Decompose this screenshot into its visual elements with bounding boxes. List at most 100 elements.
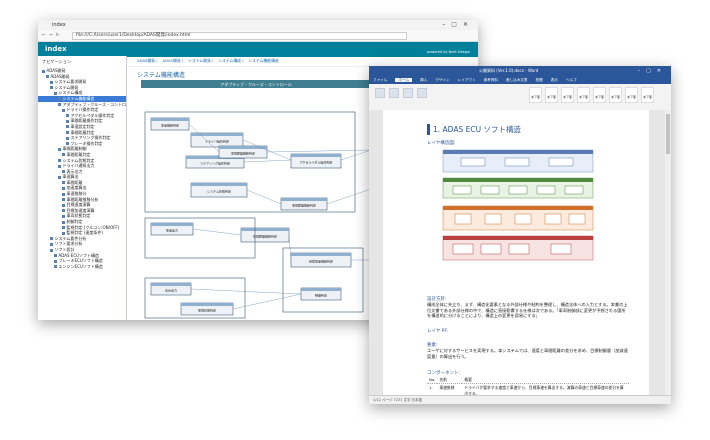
nav-tree-label: システム機能構造 [62, 95, 95, 101]
diagram-block-label: 制御判定 [315, 293, 327, 298]
page-icon [58, 97, 61, 101]
page-icon [50, 80, 53, 84]
layer-diagram [442, 149, 594, 261]
breadcrumb-item[interactable]: システム構成 / [218, 58, 243, 63]
bold-icon[interactable] [389, 88, 399, 98]
breadcrumb-item[interactable]: システム機能構造 [248, 58, 278, 63]
ribbon-tab[interactable]: レイアウト [458, 78, 476, 82]
nav-tree-label: 車間距離判定 [70, 129, 95, 135]
nav-tree-label: ドライバ通知出力 [62, 163, 95, 169]
table-header-cell: No. [427, 376, 438, 384]
page-icon [50, 248, 53, 252]
page-icon [50, 86, 53, 90]
diagram-block-label: 表示出力 [165, 288, 177, 293]
ribbon-tab[interactable]: 挿入 [420, 78, 427, 82]
nav-tree-label: 加速度算出 [66, 185, 87, 191]
ribbon-tab[interactable]: 表示 [551, 78, 558, 82]
style-gallery-item[interactable]: あア亜 [561, 87, 574, 103]
nav-tree-label: ソフト設計 [54, 247, 75, 252]
underline-icon[interactable] [417, 88, 427, 98]
ribbon-tab[interactable]: 差し込み文書 [506, 78, 528, 82]
ribbon-tab[interactable]: デザイン [435, 78, 449, 82]
page-icon [62, 203, 65, 207]
diagram-title: アダプティブ・クルーズ・コントロール [220, 81, 291, 87]
document-page[interactable]: 1. ADAS ECU ソフト構造 レイヤ構造図: 設計方針: 構成全体に先立ち… [383, 110, 649, 404]
italic-icon[interactable] [403, 88, 413, 98]
nav-tree-label: 車速推移分 [66, 191, 87, 197]
style-gallery-item[interactable]: あア亜 [609, 87, 622, 103]
page-icon [62, 226, 65, 230]
nav-tree: ADAS開発 ADAS開発 システム要求開発 システム開発 システム構成 システム機能構造… [38, 68, 126, 269]
ribbon-tab[interactable]: ホーム [395, 78, 413, 82]
ribbon-tabs: ファイル ホーム 挿入 デザイン レイアウト 参考資料 差し込み文書 校閲 表示 ヘルプ [369, 76, 671, 84]
breadcrumb-item[interactable]: システム開発 / [188, 58, 213, 63]
nav-tree-label: システム要件分析 [54, 235, 87, 241]
paste-icon[interactable] [375, 88, 385, 98]
page-icon [62, 153, 65, 157]
page-icon [62, 108, 65, 112]
window-controls[interactable]: –▢✕ [638, 66, 667, 76]
diagram-block-label: 車速推移判定 [161, 123, 179, 128]
nav-tree-label: システム構成 [58, 90, 83, 96]
nav-tree-label: 車両状態判定 [66, 213, 91, 219]
page-icon [66, 142, 69, 146]
nav-tree-label: アダプティブ・クルーズ・コントロール [62, 101, 127, 107]
nav-tree-label: 車間距離制御 [62, 146, 87, 152]
style-gallery-item[interactable]: あア亜 [529, 87, 542, 103]
nav-tree-label: ADAS開発 [46, 68, 66, 73]
nav-tree-label: システム状態判定 [62, 157, 95, 163]
nav-tree-label: 目標加速度演算 [66, 207, 95, 213]
ribbon: あア亜 あア亜 あア亜 あア亜 あア亜 あア亜 あア亜 あア亜 [369, 84, 671, 111]
nav-tree-label: 表示出力 [66, 168, 83, 174]
breadcrumb-item[interactable]: ADAS開発 / [163, 58, 184, 63]
page-icon [54, 265, 57, 269]
nav-tree-label: ブレーキECUソフト構造 [58, 258, 103, 264]
page-icon [54, 91, 57, 95]
nav-tree-label: 車速算出 [62, 174, 79, 180]
page-icon [62, 214, 65, 218]
site-header: index powered by Next Design [38, 42, 478, 57]
diagram-block-label: 車間距離推移判定 [231, 151, 255, 156]
page-icon [50, 242, 53, 246]
page-icon [58, 147, 61, 151]
url-field[interactable]: file:///C:/Users/user1/Desktop/ADAS開発/in… [72, 32, 407, 40]
ribbon-tab[interactable]: ファイル [373, 78, 387, 82]
address-bar: ←→↻ file:///C:/Users/user1/Desktop/ADAS開… [38, 30, 478, 42]
tab-title[interactable]: index [52, 22, 66, 28]
nav-tree-label: 目標速度演算 [66, 202, 91, 208]
page-icon [62, 220, 65, 224]
diagram-block-label: 車両状態判定 [198, 308, 216, 313]
nav-tree-label: アクセルペダル操作判定 [70, 112, 115, 118]
page-icon [62, 231, 65, 235]
style-gallery-item[interactable]: あア亜 [625, 87, 638, 103]
nav-tree-label: 車速設定判定 [70, 123, 95, 129]
diagram-block-label: 車間距離推移判定 [253, 234, 277, 239]
page-icon [50, 237, 53, 241]
table-header-cell: 名前 [437, 376, 463, 384]
window-controls[interactable]: –▢✕ [442, 20, 474, 30]
page-icon [58, 159, 61, 162]
ribbon-tab[interactable]: 校閲 [536, 78, 543, 82]
paragraph-2: ユーザに対するサービスを実現する。本システムでは、速度と車間距離の差分を求め、目… [427, 348, 628, 359]
breadcrumb-item[interactable]: ADAS開発 / [137, 58, 158, 63]
page-icon [54, 254, 57, 258]
page-icon [62, 181, 65, 185]
powered-by: powered by Next Design [427, 50, 470, 54]
nav-label: ナビゲーション [42, 59, 72, 64]
navigation-sidebar: ナビゲーション ADAS開発 ADAS開発 システム要求開発 システム開発 システム構成… [38, 56, 127, 320]
style-gallery-item[interactable]: あア亜 [545, 87, 558, 103]
style-gallery-item[interactable]: あア亜 [593, 87, 606, 103]
style-gallery-item[interactable]: あア亜 [641, 87, 654, 103]
nav-tree-item[interactable]: エンジンECUソフト構造 [38, 264, 126, 270]
style-gallery-item[interactable]: あア亜 [577, 87, 590, 103]
table-header-cell: 概要 [462, 376, 629, 384]
page-icon [58, 175, 61, 179]
nav-buttons-icon[interactable]: ←→↻ [42, 30, 62, 41]
page-icon [66, 136, 69, 140]
nav-tree-label: 車間距離操作判定 [70, 118, 103, 124]
ribbon-tab[interactable]: 参考資料 [484, 78, 498, 82]
diagram-block-label: 車間距離推移判定 [292, 203, 316, 208]
diagram-block-label: システム状態判定 [207, 189, 231, 194]
ribbon-tab[interactable]: ヘルプ [566, 78, 577, 82]
vertical-scrollbar[interactable] [665, 110, 671, 396]
